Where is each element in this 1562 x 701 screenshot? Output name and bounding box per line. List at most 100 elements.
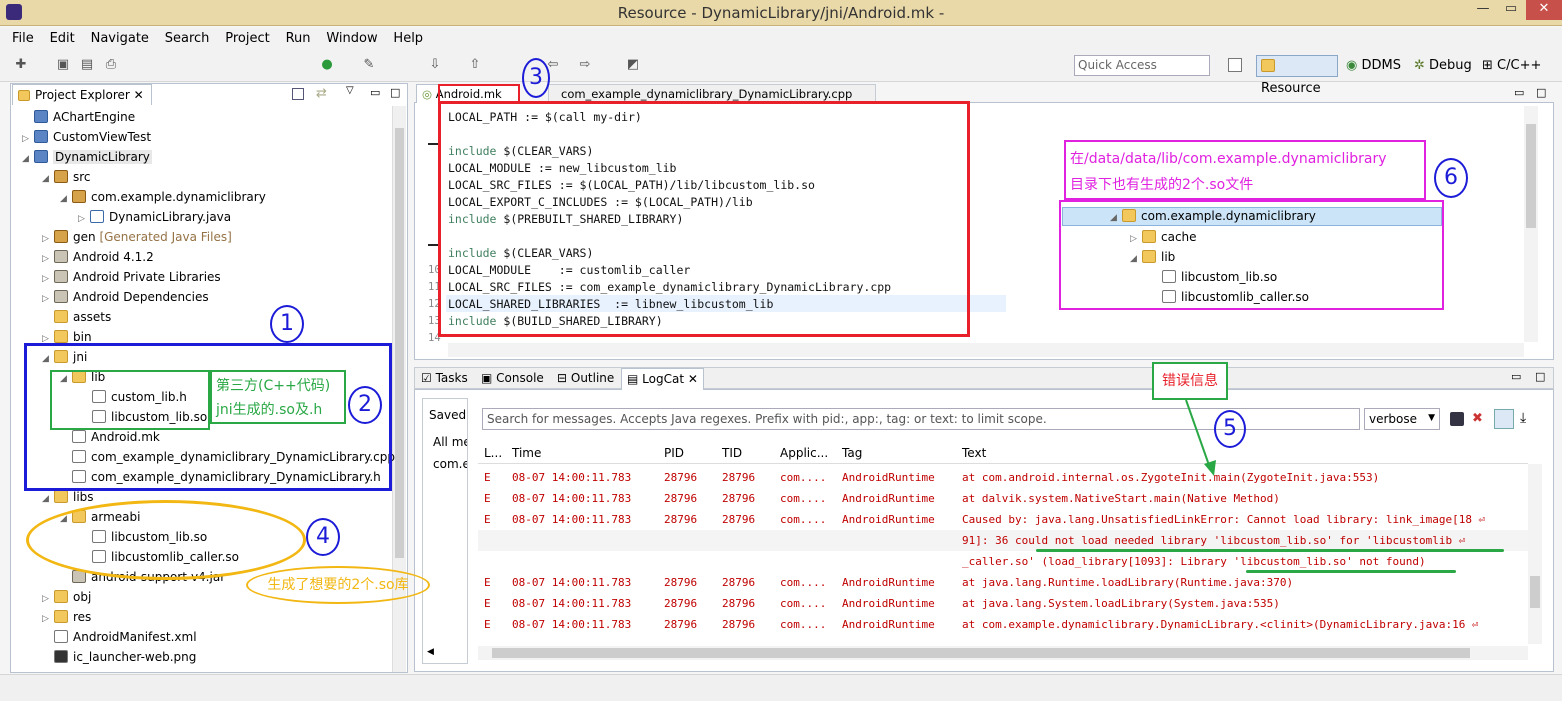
project-explorer-tab[interactable]: Project Explorer ✕ bbox=[12, 84, 152, 105]
log-row-continuation[interactable]: 91]: 36 could not load needed library 'l… bbox=[478, 530, 1528, 551]
tree-item[interactable]: assets bbox=[42, 310, 111, 324]
log-row-continuation[interactable]: _caller.so' (load_library[1093]: Library… bbox=[478, 551, 1528, 572]
perspective-cpp[interactable]: ⊞ C/C++ bbox=[1478, 55, 1545, 77]
maximize-view-icon[interactable]: □ bbox=[390, 86, 400, 99]
tab-logcat[interactable]: ▤ LogCat ✕ bbox=[621, 368, 704, 390]
save-all-icon[interactable]: ▤ bbox=[78, 56, 96, 74]
filter-item[interactable]: com.e bbox=[433, 457, 467, 471]
menu-help[interactable]: Help bbox=[393, 28, 423, 50]
menu-run[interactable]: Run bbox=[286, 28, 311, 50]
tree-item[interactable]: ic_launcher-web.png bbox=[42, 650, 196, 664]
menu-project[interactable]: Project bbox=[225, 28, 269, 50]
view-menu-icon[interactable]: ▽ bbox=[346, 85, 354, 96]
link-editor-icon[interactable]: ⇄ bbox=[316, 86, 327, 101]
forward-icon[interactable]: ⇨ bbox=[576, 56, 594, 74]
perspective-resource-label: Resource bbox=[1261, 81, 1321, 96]
save-icon[interactable]: ▣ bbox=[54, 56, 72, 74]
log-vscrollbar[interactable] bbox=[1528, 464, 1542, 644]
menu-window[interactable]: Window bbox=[326, 28, 377, 50]
tab-console[interactable]: ▣ Console bbox=[481, 371, 544, 385]
log-hscroll-thumb[interactable] bbox=[492, 648, 1470, 658]
toggle-filters-icon[interactable] bbox=[1494, 409, 1514, 429]
close-icon[interactable]: ✕ bbox=[134, 88, 144, 102]
close-button[interactable]: ✕ bbox=[1526, 0, 1562, 20]
tool-icon[interactable]: ✎ bbox=[360, 56, 378, 74]
log-level-select[interactable]: verbose ▼ bbox=[1364, 408, 1440, 430]
collapse-all-icon[interactable] bbox=[292, 88, 304, 100]
menu-file[interactable]: File bbox=[12, 28, 34, 50]
editor-vscrollbar[interactable] bbox=[1524, 106, 1538, 342]
saved-filters-header: Saved bbox=[429, 408, 467, 422]
tab-tasks[interactable]: ☑ Tasks bbox=[421, 371, 468, 385]
open-perspective-icon[interactable] bbox=[1228, 58, 1242, 72]
tree-item[interactable]: ▷ res bbox=[42, 610, 91, 624]
scroll-lock-icon[interactable]: ⤓ bbox=[1520, 410, 1526, 426]
tree-item[interactable]: ◢ com.example.dynamiclibrary bbox=[60, 190, 266, 204]
filter-scroll-left-icon[interactable]: ◀ bbox=[427, 647, 434, 657]
editor-maximize-icon[interactable]: □ bbox=[1536, 86, 1546, 99]
print-icon[interactable]: ⎙ bbox=[102, 56, 120, 74]
log-row[interactable]: E 08-07 14:00:11.783 28796 28796 com.... Andr… bbox=[478, 467, 1528, 488]
editor-hscrollbar[interactable] bbox=[448, 343, 1524, 357]
log-row[interactable]: E 08-07 14:00:11.783 28796 28796 com.... Andr… bbox=[478, 593, 1528, 614]
tree-item[interactable]: ▷ Android Private Libraries bbox=[42, 270, 221, 284]
maximize-button[interactable]: ▭ bbox=[1498, 0, 1524, 20]
mk-tab-icon: ◎ bbox=[422, 87, 436, 101]
tab-cpp-file-label: com_example_dynamiclibrary_DynamicLibrar… bbox=[561, 87, 853, 101]
tree-item[interactable]: ▷ bin bbox=[42, 330, 92, 344]
column-application[interactable]: Applic... bbox=[780, 446, 828, 460]
tree-item[interactable]: ▷ gen [Generated Java Files] bbox=[42, 230, 232, 244]
editor-minimize-icon[interactable]: ▭ bbox=[1514, 86, 1524, 99]
editor-vscroll-thumb[interactable] bbox=[1526, 124, 1536, 228]
pin-icon[interactable]: ◩ bbox=[624, 56, 642, 74]
close-icon[interactable]: ✕ bbox=[688, 372, 698, 386]
column-tag[interactable]: Tag bbox=[842, 446, 862, 460]
tree-item[interactable]: ▷ Android 4.1.2 bbox=[42, 250, 154, 264]
bottom-minimize-icon[interactable]: ▭ bbox=[1511, 370, 1521, 383]
tree-item[interactable]: ▷ CustomViewTest bbox=[22, 130, 151, 144]
folder-icon bbox=[54, 330, 68, 343]
minimize-view-icon[interactable]: ▭ bbox=[370, 86, 380, 99]
bottom-maximize-icon[interactable]: □ bbox=[1535, 370, 1545, 383]
filter-all-messages[interactable]: All me bbox=[433, 435, 467, 449]
column-level[interactable]: L... bbox=[484, 446, 502, 460]
perspective-ddms[interactable]: ◉ DDMS bbox=[1342, 55, 1405, 77]
log-row[interactable]: E 08-07 14:00:11.783 28796 28796 com.... Andr… bbox=[478, 509, 1528, 530]
menu-search[interactable]: Search bbox=[165, 28, 210, 50]
tree-item[interactable]: ▷ DynamicLibrary.java bbox=[78, 210, 231, 224]
perspective-debug[interactable]: ✲ Debug bbox=[1410, 55, 1476, 77]
status-bar bbox=[0, 674, 1562, 701]
log-vscroll-thumb[interactable] bbox=[1530, 576, 1540, 608]
column-tid[interactable]: TID bbox=[722, 446, 742, 460]
log-row[interactable]: E 08-07 14:00:11.783 28796 28796 com.... Andr… bbox=[478, 614, 1528, 635]
clear-log-icon[interactable]: ✖ bbox=[1472, 411, 1483, 426]
minimize-button[interactable]: — bbox=[1470, 0, 1496, 20]
tree-item[interactable]: ▷ Android Dependencies bbox=[42, 290, 209, 304]
tree-item[interactable]: ◢ src bbox=[42, 170, 91, 184]
tab-cpp-file[interactable]: com_example_dynamiclibrary_DynamicLibrar… bbox=[548, 84, 876, 102]
column-text[interactable]: Text bbox=[962, 446, 986, 460]
tree-item[interactable]: AndroidManifest.xml bbox=[42, 630, 197, 644]
log-row[interactable]: E 08-07 14:00:11.783 28796 28796 com.... Andr… bbox=[478, 572, 1528, 593]
tree-item[interactable]: AChartEngine bbox=[22, 110, 135, 124]
tree-item[interactable]: ▷ obj bbox=[42, 590, 91, 604]
tree-item-label: gen bbox=[73, 230, 96, 244]
save-log-icon[interactable] bbox=[1450, 412, 1464, 426]
perspective-resource[interactable]: Resource bbox=[1256, 55, 1338, 96]
tree-item[interactable]: ◢ libs bbox=[42, 490, 94, 504]
log-hscrollbar[interactable] bbox=[478, 646, 1528, 660]
run-icon[interactable]: ● bbox=[318, 56, 336, 74]
explorer-scroll-thumb[interactable] bbox=[395, 128, 404, 558]
annotation-third-party: 第三方(C++代码) jni生成的.so及.h bbox=[216, 378, 331, 418]
nav-down-icon[interactable]: ⇩ bbox=[426, 56, 444, 74]
nav-up-icon[interactable]: ⇧ bbox=[466, 56, 484, 74]
quick-access-input[interactable]: Quick Access bbox=[1074, 55, 1210, 76]
log-row[interactable]: E 08-07 14:00:11.783 28796 28796 com.... Andr… bbox=[478, 488, 1528, 509]
menu-navigate[interactable]: Navigate bbox=[91, 28, 149, 50]
menu-edit[interactable]: Edit bbox=[50, 28, 75, 50]
column-time[interactable]: Time bbox=[512, 446, 541, 460]
new-icon[interactable]: ✚ bbox=[12, 56, 30, 74]
column-pid[interactable]: PID bbox=[664, 446, 684, 460]
tree-item[interactable]: ◢ DynamicLibrary bbox=[22, 150, 152, 164]
tab-outline[interactable]: ⊟ Outline bbox=[557, 371, 614, 385]
